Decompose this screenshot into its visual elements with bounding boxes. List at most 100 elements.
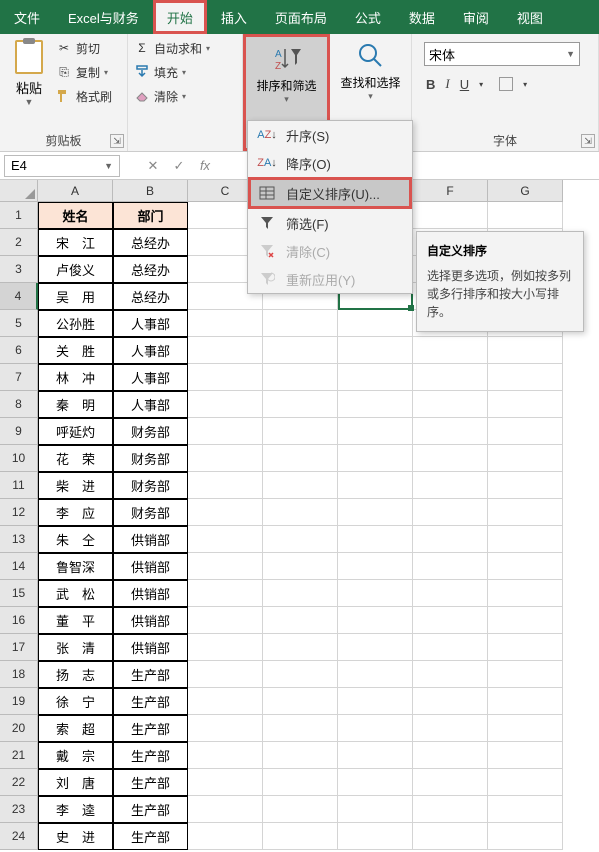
menu-开始[interactable]: 开始: [153, 0, 207, 34]
cell[interactable]: [413, 823, 488, 850]
cell[interactable]: [263, 661, 338, 688]
cell[interactable]: 董 平: [38, 607, 113, 634]
cell[interactable]: 林 冲: [38, 364, 113, 391]
cell[interactable]: [188, 580, 263, 607]
font-name-combo[interactable]: 宋体 ▼: [424, 42, 580, 66]
cell[interactable]: [488, 580, 563, 607]
col-header-F[interactable]: F: [413, 180, 488, 202]
cell[interactable]: [413, 580, 488, 607]
cell[interactable]: [263, 499, 338, 526]
cell[interactable]: [263, 823, 338, 850]
font-launcher[interactable]: ⇲: [581, 134, 595, 148]
find-select-button[interactable]: 查找和选择 ▾: [336, 36, 405, 126]
menu-插入[interactable]: 插入: [207, 0, 261, 34]
custom-sort-item[interactable]: 自定义排序(U)...: [248, 177, 412, 209]
cell[interactable]: [263, 337, 338, 364]
cell[interactable]: [488, 796, 563, 823]
cell[interactable]: [188, 418, 263, 445]
cell[interactable]: [413, 742, 488, 769]
cell[interactable]: 张 清: [38, 634, 113, 661]
cell[interactable]: [488, 661, 563, 688]
cell[interactable]: 生产部: [113, 742, 188, 769]
cell[interactable]: [413, 715, 488, 742]
menu-Excel与财务[interactable]: Excel与财务: [54, 0, 153, 34]
cell[interactable]: [488, 769, 563, 796]
cell[interactable]: [488, 202, 563, 229]
cell[interactable]: 刘 唐: [38, 769, 113, 796]
cell[interactable]: [188, 526, 263, 553]
cell[interactable]: 供销部: [113, 526, 188, 553]
select-all-button[interactable]: [0, 180, 38, 202]
cell[interactable]: 关 胜: [38, 337, 113, 364]
cell[interactable]: [338, 823, 413, 850]
cell[interactable]: [263, 553, 338, 580]
cell[interactable]: 秦 明: [38, 391, 113, 418]
cell[interactable]: [413, 202, 488, 229]
cell[interactable]: [263, 580, 338, 607]
name-box[interactable]: E4 ▼: [4, 155, 120, 177]
cell[interactable]: [188, 472, 263, 499]
cell[interactable]: [413, 364, 488, 391]
row-header-12[interactable]: 12: [0, 499, 38, 526]
row-header-5[interactable]: 5: [0, 310, 38, 337]
cell[interactable]: 花 荣: [38, 445, 113, 472]
cell[interactable]: [338, 796, 413, 823]
cell[interactable]: [263, 688, 338, 715]
cell[interactable]: 部门: [113, 202, 188, 229]
cell[interactable]: [413, 445, 488, 472]
cell[interactable]: [338, 445, 413, 472]
cell[interactable]: [413, 688, 488, 715]
cell[interactable]: 柴 进: [38, 472, 113, 499]
cell[interactable]: [263, 769, 338, 796]
cell[interactable]: [338, 391, 413, 418]
cell[interactable]: 宋 江: [38, 229, 113, 256]
cell[interactable]: [413, 472, 488, 499]
cell[interactable]: [188, 715, 263, 742]
insert-function-button[interactable]: fx: [192, 158, 218, 173]
cell[interactable]: [188, 310, 263, 337]
format-painter-button[interactable]: 格式刷: [56, 84, 112, 108]
cell[interactable]: [413, 526, 488, 553]
cell[interactable]: [338, 661, 413, 688]
cell[interactable]: 生产部: [113, 796, 188, 823]
cell[interactable]: [413, 634, 488, 661]
cell[interactable]: [338, 499, 413, 526]
menu-数据[interactable]: 数据: [395, 0, 449, 34]
cell[interactable]: [413, 391, 488, 418]
cell[interactable]: [488, 526, 563, 553]
cell[interactable]: 人事部: [113, 310, 188, 337]
underline-button[interactable]: U: [460, 77, 469, 92]
cell[interactable]: 扬 志: [38, 661, 113, 688]
row-header-18[interactable]: 18: [0, 661, 38, 688]
cell[interactable]: [488, 742, 563, 769]
clipboard-launcher[interactable]: ⇲: [110, 134, 124, 148]
cell[interactable]: [188, 688, 263, 715]
cell[interactable]: 李 逵: [38, 796, 113, 823]
autosum-button[interactable]: Σ 自动求和 ▾: [134, 36, 236, 60]
cancel-formula-button[interactable]: ✕: [140, 158, 166, 174]
cell[interactable]: 生产部: [113, 769, 188, 796]
row-header-16[interactable]: 16: [0, 607, 38, 634]
cell[interactable]: [338, 607, 413, 634]
cell[interactable]: [188, 661, 263, 688]
cell[interactable]: [188, 553, 263, 580]
cell[interactable]: [263, 310, 338, 337]
cell[interactable]: [488, 445, 563, 472]
cell[interactable]: 总经办: [113, 283, 188, 310]
cell[interactable]: 卢俊义: [38, 256, 113, 283]
cell[interactable]: 索 超: [38, 715, 113, 742]
cell[interactable]: [413, 769, 488, 796]
cell[interactable]: [263, 445, 338, 472]
cell[interactable]: [488, 607, 563, 634]
cell[interactable]: [413, 607, 488, 634]
row-header-21[interactable]: 21: [0, 742, 38, 769]
cell[interactable]: [338, 634, 413, 661]
filter-item[interactable]: 筛选(F): [248, 209, 412, 237]
menu-视图[interactable]: 视图: [503, 0, 557, 34]
row-header-13[interactable]: 13: [0, 526, 38, 553]
cell[interactable]: 朱 仝: [38, 526, 113, 553]
cell[interactable]: [263, 364, 338, 391]
cell[interactable]: [488, 337, 563, 364]
cell[interactable]: [188, 445, 263, 472]
clear-button[interactable]: 清除 ▾: [134, 84, 236, 108]
